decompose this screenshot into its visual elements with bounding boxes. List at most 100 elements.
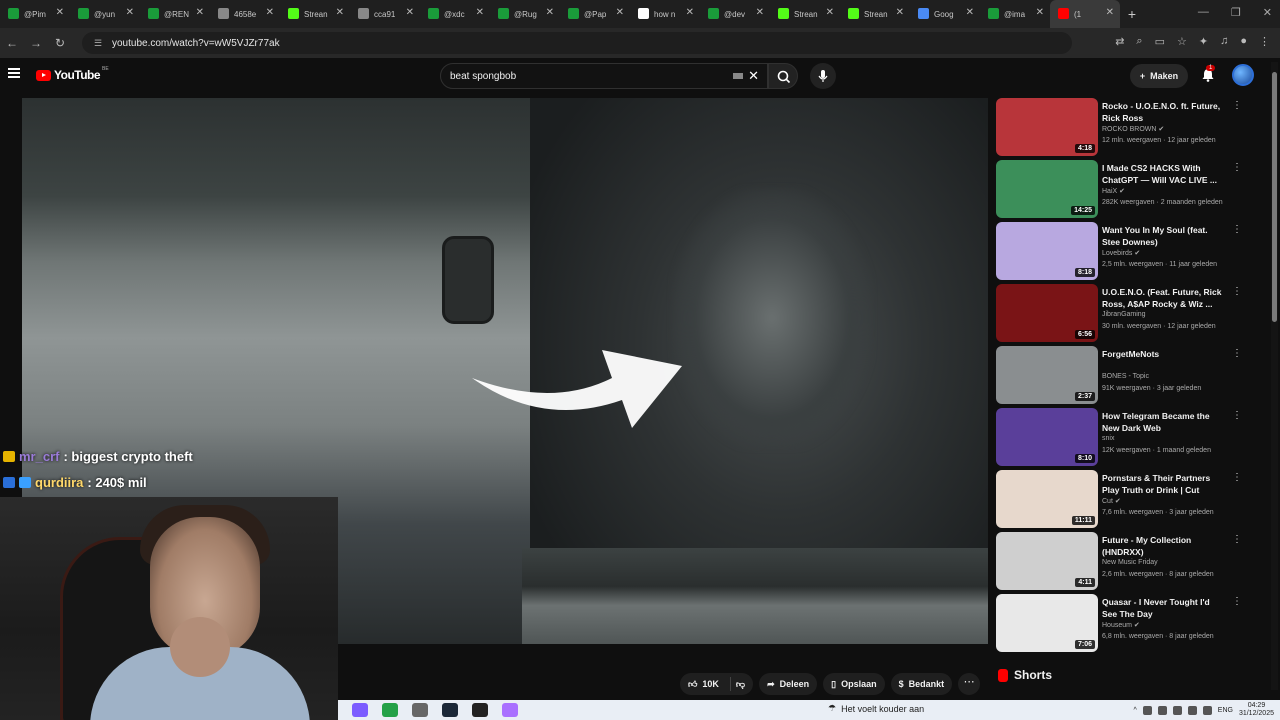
minimize-icon[interactable]: — (1198, 6, 1209, 19)
recommended-video[interactable]: 2:37 ForgetMeNots BONES - Topic 91K weergav… (996, 346, 1256, 404)
recommended-video[interactable]: 4:18 Rocko - U.O.E.N.O. ft. Future, Rick … (996, 98, 1256, 156)
channel-name[interactable]: Cut ✔ (1102, 497, 1121, 505)
recommended-video[interactable]: 7:06 Quasar - I Never Tought I'd See The … (996, 594, 1256, 652)
browser-tab[interactable]: Strean ✕ (280, 0, 350, 28)
browser-tab[interactable]: @Pap ✕ (560, 0, 630, 28)
tab-close-icon[interactable]: ✕ (756, 7, 764, 18)
tab-close-icon[interactable]: ✕ (1036, 7, 1044, 18)
channel-name[interactable]: ROCKO BROWN ✔ (1102, 125, 1164, 133)
browser-tab[interactable]: (1 ✕ (1050, 0, 1120, 28)
browser-tab[interactable]: Goog ✕ (910, 0, 980, 28)
video-thumbnail[interactable]: 4:18 (996, 98, 1098, 156)
recommended-video[interactable]: 4:11 Future - My Collection (HNDRXX) New M… (996, 532, 1256, 590)
video-thumbnail[interactable]: 4:11 (996, 532, 1098, 590)
clear-search-icon[interactable]: ✕ (748, 68, 759, 84)
tray-app-icon[interactable] (1157, 705, 1167, 715)
obs-icon[interactable] (472, 703, 488, 717)
new-tab-icon[interactable]: + (1120, 6, 1144, 22)
channel-name[interactable]: Lovebirds ✔ (1102, 249, 1140, 257)
search-input[interactable]: beat spongbob ✕ (440, 63, 768, 89)
video-title[interactable]: How Telegram Became the New Dark Web (1102, 410, 1224, 434)
profile-icon[interactable]: ● (1240, 35, 1247, 48)
tab-close-icon[interactable]: ✕ (126, 7, 134, 18)
like-button[interactable]: 👍︎ 10K 👎︎ (680, 673, 754, 695)
search-button[interactable] (768, 63, 798, 89)
channel-name[interactable]: Houseum ✔ (1102, 621, 1140, 629)
tab-close-icon[interactable]: ✕ (546, 7, 554, 18)
weather-widget[interactable]: ☂ Het voelt kouder aan (828, 703, 924, 714)
channel-name[interactable]: JibranGaming (1102, 311, 1146, 318)
channel-name[interactable]: New Music Friday (1102, 559, 1158, 566)
extensions-icon[interactable]: ✦ (1199, 35, 1208, 48)
browser-tab[interactable]: @ima ✕ (980, 0, 1050, 28)
language-indicator[interactable]: ENG (1218, 707, 1233, 714)
video-title[interactable]: Pornstars & Their Partners Play Truth or… (1102, 472, 1224, 496)
video-title[interactable]: Rocko - U.O.E.N.O. ft. Future, Rick Ross (1102, 100, 1224, 124)
twitch-icon[interactable] (502, 703, 518, 717)
youtube-logo[interactable]: YouTube BE (36, 66, 109, 82)
tab-close-icon[interactable]: ✕ (56, 7, 64, 18)
keyboard-icon[interactable] (733, 73, 743, 79)
video-title[interactable]: Future - My Collection (HNDRXX) (1102, 534, 1224, 558)
channel-name[interactable]: snix (1102, 435, 1114, 442)
video-thumbnail[interactable]: 11:11 (996, 470, 1098, 528)
channel-name[interactable]: BONES - Topic (1102, 373, 1149, 380)
account-avatar[interactable] (1232, 64, 1254, 86)
video-title[interactable]: I Made CS2 HACKS With ChatGPT — Will VAC… (1102, 162, 1224, 186)
browser-tab[interactable]: @Rug ✕ (490, 0, 560, 28)
recommended-video[interactable]: 8:10 How Telegram Became the New Dark Web… (996, 408, 1256, 466)
browser-tab[interactable]: @REN ✕ (140, 0, 210, 28)
tab-close-icon[interactable]: ✕ (686, 7, 694, 18)
reload-icon[interactable]: ↻ (48, 36, 72, 50)
thanks-button[interactable]: $ Bedankt (890, 673, 953, 695)
video-thumbnail[interactable]: 8:10 (996, 408, 1098, 466)
recommended-video[interactable]: 8:18 Want You In My Soul (feat. Stee Down… (996, 222, 1256, 280)
tab-close-icon[interactable]: ✕ (266, 7, 274, 18)
page-scrollbar-thumb[interactable] (1272, 72, 1277, 322)
tab-close-icon[interactable]: ✕ (826, 7, 834, 18)
channel-name[interactable]: HaiX ✔ (1102, 187, 1125, 195)
settings-icon[interactable] (412, 703, 428, 717)
browser-tab[interactable]: @dev ✕ (700, 0, 770, 28)
tray-chevron-icon[interactable]: ^ (1133, 707, 1136, 714)
tab-close-icon[interactable]: ✕ (1106, 7, 1114, 18)
video-title[interactable]: ForgetMeNots (1102, 348, 1224, 360)
tab-close-icon[interactable]: ✕ (476, 7, 484, 18)
menu-icon[interactable]: ⋮ (1259, 35, 1270, 48)
browser-tab[interactable]: @xdc ✕ (420, 0, 490, 28)
video-more-icon[interactable]: ⋮ (1232, 472, 1242, 483)
video-more-icon[interactable]: ⋮ (1232, 224, 1242, 235)
site-info-icon[interactable]: ☰ (94, 38, 104, 48)
voice-search-button[interactable] (810, 63, 836, 89)
tab-close-icon[interactable]: ✕ (406, 7, 414, 18)
hamburger-menu-icon[interactable] (8, 68, 20, 78)
close-window-icon[interactable]: ✕ (1263, 6, 1272, 19)
browser-tab[interactable]: Strean ✕ (770, 0, 840, 28)
tab-close-icon[interactable]: ✕ (616, 7, 624, 18)
back-icon[interactable]: ← (0, 36, 24, 50)
forward-icon[interactable]: → (24, 36, 48, 50)
steam-icon[interactable] (442, 703, 458, 717)
maximize-icon[interactable]: ❐ (1231, 6, 1241, 19)
video-more-icon[interactable]: ⋮ (1232, 286, 1242, 297)
video-thumbnail[interactable]: 14:25 (996, 160, 1098, 218)
discord-icon[interactable] (352, 703, 368, 717)
browser-tab[interactable]: 4658e ✕ (210, 0, 280, 28)
video-more-icon[interactable]: ⋮ (1232, 100, 1242, 111)
recommended-video[interactable]: 14:25 I Made CS2 HACKS With ChatGPT — Wil… (996, 160, 1256, 218)
video-title[interactable]: U.O.E.N.O. (Feat. Future, Rick Ross, A$A… (1102, 286, 1224, 310)
media-icon[interactable]: ♫ (1220, 35, 1228, 48)
video-more-icon[interactable]: ⋮ (1232, 410, 1242, 421)
video-more-icon[interactable]: ⋮ (1232, 162, 1242, 173)
video-more-icon[interactable]: ⋮ (1232, 596, 1242, 607)
thumbs-down-icon[interactable]: 👎︎ (736, 679, 745, 690)
video-thumbnail[interactable]: 6:56 (996, 284, 1098, 342)
tab-close-icon[interactable]: ✕ (896, 7, 904, 18)
browser-tab[interactable]: cca91 ✕ (350, 0, 420, 28)
app-icon[interactable] (382, 703, 398, 717)
video-thumbnail[interactable]: 2:37 (996, 346, 1098, 404)
browser-tab[interactable]: @yun ✕ (70, 0, 140, 28)
browser-tab[interactable]: @Pim ✕ (0, 0, 70, 28)
video-more-icon[interactable]: ⋮ (1232, 348, 1242, 359)
share-button[interactable]: ➦ Deleen (759, 673, 818, 695)
